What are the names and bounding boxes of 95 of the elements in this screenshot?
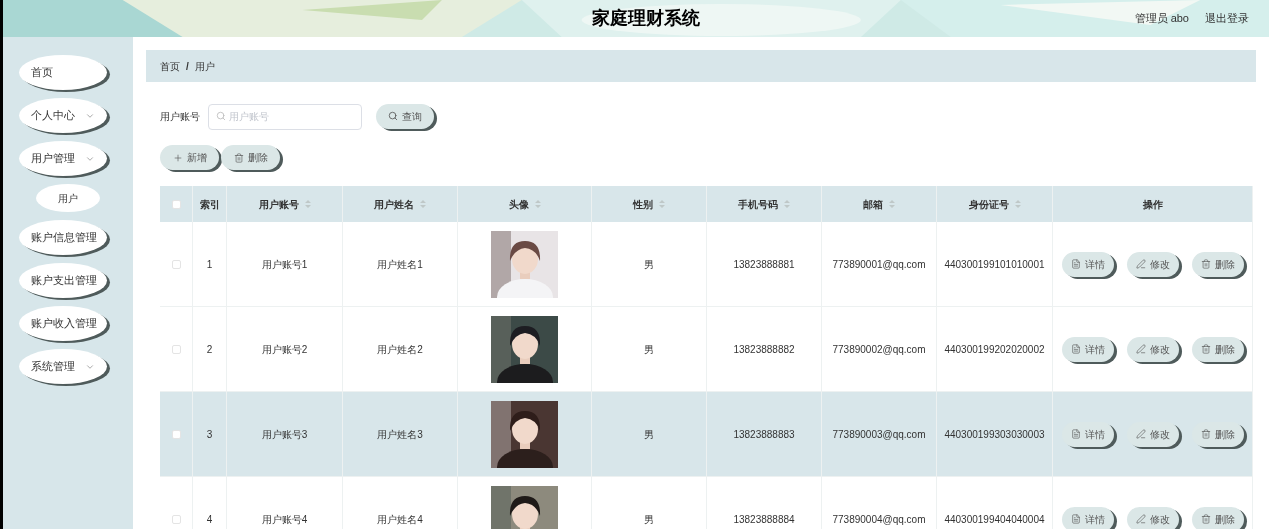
- column-header: 性别: [633, 197, 653, 212]
- trash-icon: [1200, 259, 1211, 269]
- table-cell-text: 773890003@qq.com: [832, 427, 926, 442]
- column-header: 手机号码: [738, 197, 778, 212]
- pen-icon: [1135, 259, 1146, 269]
- sidebar-item[interactable]: 用户管理: [19, 141, 107, 176]
- logout-link[interactable]: 退出登录: [1205, 10, 1249, 27]
- document-icon: [1070, 514, 1081, 524]
- trash-icon: [1200, 429, 1211, 439]
- search-label: 用户账号: [160, 109, 200, 124]
- breadcrumb-link[interactable]: 首页: [160, 58, 180, 74]
- detail-button[interactable]: 详情: [1061, 336, 1114, 362]
- column-header: 索引: [199, 197, 220, 212]
- table-cell-text: 用户姓名2: [377, 342, 423, 357]
- row-checkbox[interactable]: [171, 514, 181, 524]
- table-cell-text: 13823888881: [733, 257, 795, 272]
- table-row[interactable]: 3 用户账号3 用户姓名3 男 13823888883 773890003@qq.com 440300199303030003 详情 修改 删除: [160, 392, 1253, 477]
- table-row[interactable]: 2 用户账号2 用户姓名2 男 13823888882 773890002@qq.com 440300199202020002 详情 修改 删除: [160, 307, 1253, 392]
- table-cell-text: 用户姓名4: [377, 512, 423, 527]
- search-icon: [388, 111, 398, 121]
- edit-button[interactable]: 修改: [1126, 251, 1179, 277]
- table-cell-text: 440300199303030003: [944, 427, 1045, 442]
- user-name: 管理员 abo: [1134, 11, 1189, 27]
- sidebar-item[interactable]: 系统管理: [19, 349, 107, 384]
- column-header: 身份证号: [968, 197, 1009, 212]
- table-cell-text: 3: [206, 427, 213, 442]
- sidebar-subitem[interactable]: 用户: [36, 184, 100, 212]
- breadcrumb-separator: /: [186, 59, 189, 74]
- table-cell-text: 用户姓名3: [377, 427, 423, 442]
- table-cell-text: 773890004@qq.com: [832, 512, 926, 527]
- detail-button[interactable]: 详情: [1061, 506, 1114, 529]
- trash-icon: [1200, 514, 1211, 524]
- document-icon: [1070, 259, 1081, 269]
- trash-icon: [1200, 344, 1211, 354]
- table-cell-text: 13823888882: [733, 342, 795, 357]
- table-cell-text: 男: [644, 342, 654, 357]
- table-cell-text: 男: [644, 512, 654, 527]
- delete-button[interactable]: 删除: [1191, 251, 1244, 277]
- sort-icon[interactable]: [1014, 199, 1021, 209]
- table-cell-text: 440300199202020002: [944, 342, 1045, 357]
- sort-icon[interactable]: [889, 199, 895, 209]
- column-header: 用户账号: [258, 197, 299, 212]
- detail-button[interactable]: 详情: [1061, 251, 1114, 277]
- table-cell-text: 4: [206, 512, 213, 527]
- row-checkbox[interactable]: [171, 344, 181, 354]
- sidebar-item[interactable]: 账户信息管理: [19, 220, 107, 255]
- sort-icon[interactable]: [420, 199, 426, 209]
- pen-icon: [1135, 344, 1146, 354]
- sidebar-item[interactable]: 个人中心: [19, 98, 107, 133]
- column-header: 邮箱: [863, 197, 883, 212]
- add-button[interactable]: 新增: [160, 145, 219, 170]
- column-header: 头像: [508, 197, 529, 212]
- delete-button[interactable]: 删除: [1191, 336, 1244, 362]
- table-cell-text: 用户账号3: [261, 427, 308, 442]
- column-header: 用户姓名: [374, 197, 414, 212]
- edit-button[interactable]: 修改: [1126, 506, 1179, 529]
- pen-icon: [1135, 429, 1146, 439]
- app-title: 家庭理财系统: [592, 7, 700, 30]
- delete-button[interactable]: 删除: [221, 145, 280, 170]
- edit-button[interactable]: 修改: [1126, 336, 1179, 362]
- table-cell-text: 773890001@qq.com: [832, 257, 926, 272]
- table-cell-text: 440300199101010001: [944, 257, 1045, 272]
- query-button[interactable]: 查询: [376, 103, 434, 129]
- table-cell-text: 用户姓名1: [377, 257, 423, 272]
- search-icon: [216, 111, 226, 121]
- trash-icon: [233, 152, 244, 163]
- sort-icon[interactable]: [534, 199, 541, 209]
- plus-icon: [172, 152, 183, 163]
- table-cell-text: 773890002@qq.com: [832, 342, 926, 357]
- document-icon: [1070, 429, 1081, 439]
- table-cell-text: 用户账号2: [261, 342, 308, 357]
- table-cell-text: 13823888884: [733, 512, 795, 527]
- sort-icon[interactable]: [784, 199, 790, 209]
- table-cell-text: 男: [644, 427, 654, 442]
- table-row[interactable]: 1 用户账号1 用户姓名1 男 13823888881 773890001@qq.com 440300199101010001 详情 修改 删除: [160, 222, 1253, 307]
- sidebar-item[interactable]: 账户支出管理: [19, 263, 107, 298]
- table-cell-text: 13823888883: [733, 427, 795, 442]
- sidebar-item[interactable]: 账户收入管理: [19, 306, 107, 341]
- select-all-checkbox[interactable]: [171, 199, 181, 209]
- column-header: 操作: [1142, 197, 1163, 212]
- delete-button[interactable]: 删除: [1191, 506, 1244, 529]
- table-cell-text: 男: [644, 257, 654, 272]
- row-checkbox[interactable]: [171, 429, 181, 439]
- sort-icon[interactable]: [659, 199, 665, 209]
- sidebar-item[interactable]: 首页: [19, 55, 107, 90]
- document-icon: [1070, 344, 1081, 354]
- table-cell-text: 1: [206, 257, 213, 272]
- breadcrumb-link[interactable]: 用户: [194, 58, 215, 74]
- sort-icon[interactable]: [304, 199, 311, 209]
- table-cell-text: 440300199404040004: [944, 512, 1045, 527]
- pen-icon: [1135, 514, 1146, 524]
- table-cell-text: 2: [206, 342, 213, 357]
- table-cell-text: 用户账号1: [261, 257, 308, 272]
- row-checkbox[interactable]: [171, 259, 181, 269]
- table-cell-text: 用户账号4: [261, 512, 308, 527]
